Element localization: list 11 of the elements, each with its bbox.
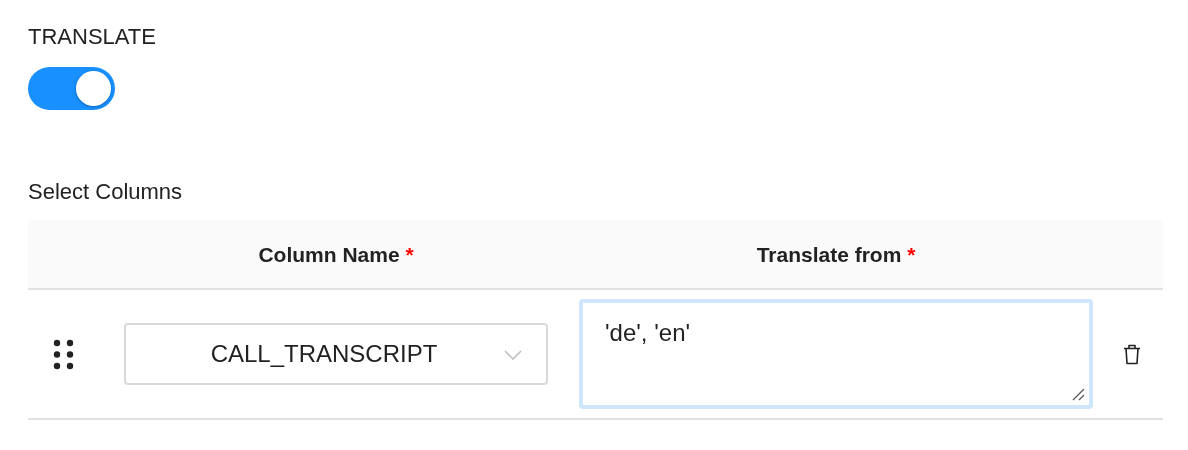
column-select[interactable]: CALL_TRANSCRIPT	[124, 323, 548, 385]
column-header: Translate from *	[755, 243, 917, 267]
chevron-down-icon	[504, 350, 522, 360]
column-header: Column Name *	[257, 243, 415, 267]
section-title: Select Columns	[28, 179, 184, 205]
resize-grip-icon[interactable]	[1071, 387, 1085, 401]
toggle-switch[interactable]	[28, 67, 115, 110]
section-label: TRANSLATE	[28, 24, 157, 50]
drag-handle-icon[interactable]	[53, 338, 75, 370]
trash-icon[interactable]	[1122, 343, 1141, 365]
translate-from-field[interactable]: 'de', 'en'	[579, 299, 1093, 409]
